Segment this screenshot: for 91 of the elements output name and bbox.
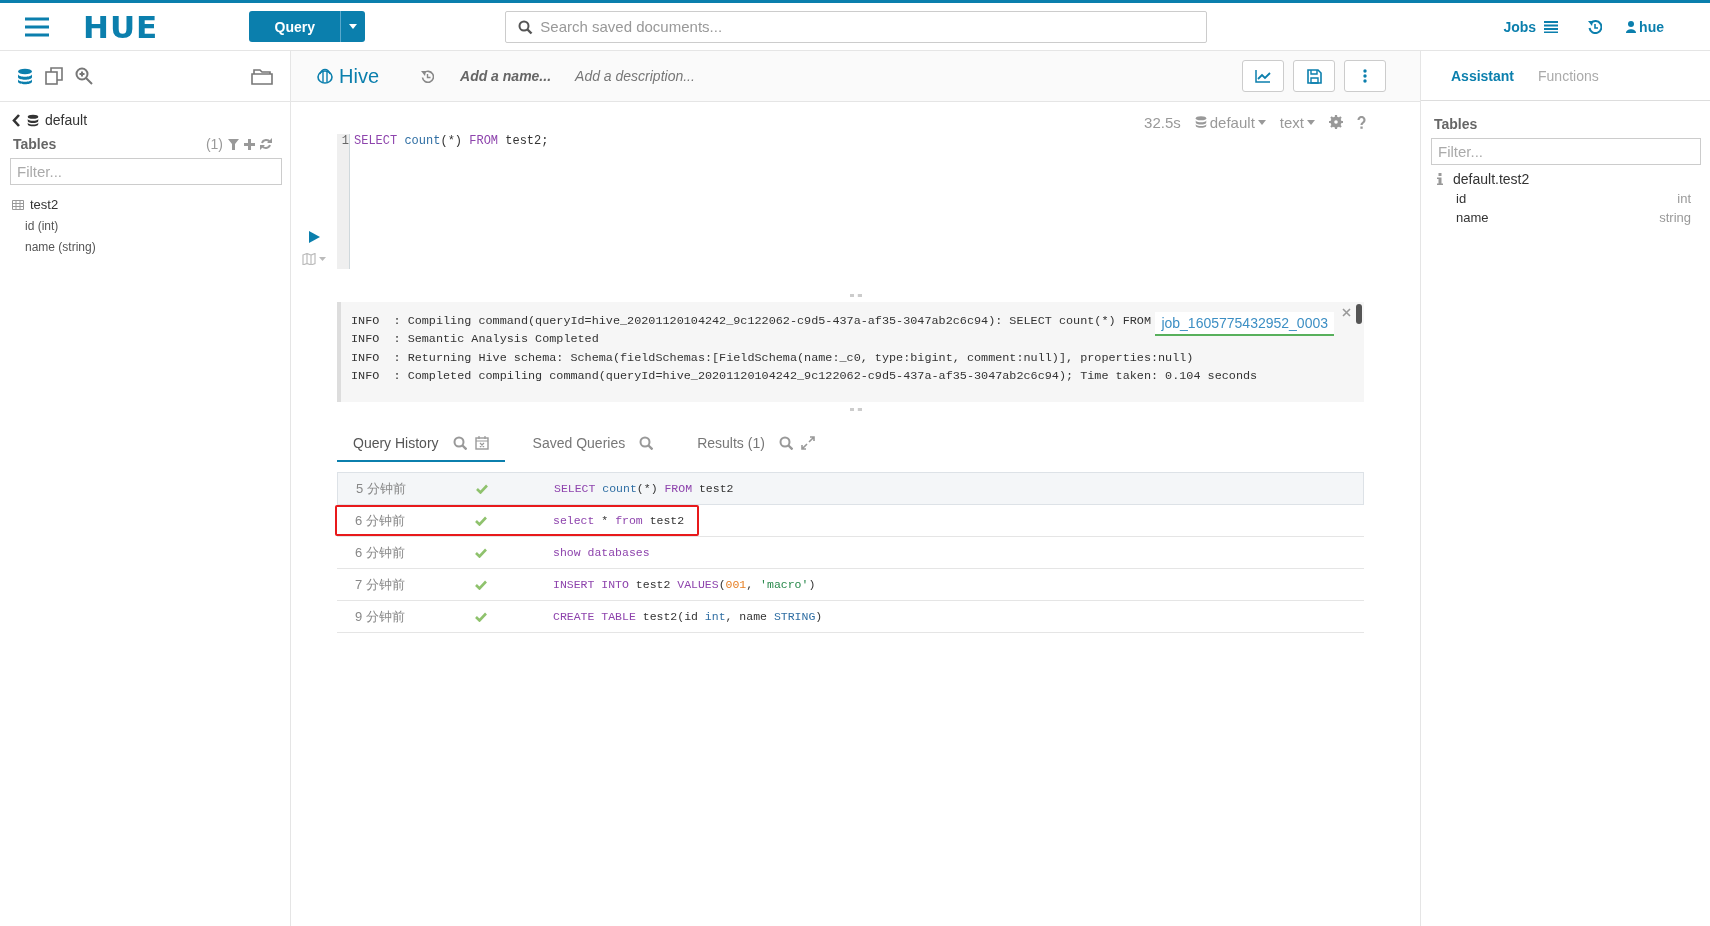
description-field[interactable]: Add a description... [575, 68, 695, 84]
chart-button[interactable] [1242, 60, 1284, 92]
caret-icon [349, 24, 358, 29]
expand-icon[interactable] [800, 436, 815, 450]
history-icon[interactable] [421, 69, 434, 83]
documents-icon[interactable] [45, 67, 63, 85]
history-row[interactable]: 7 分钟前 INSERT INTO test2 VALUES(001, 'macro') [337, 569, 1364, 601]
time-ago: 5 分钟前 [356, 479, 407, 498]
zoom-icon[interactable] [75, 67, 93, 85]
query-text: INSERT INTO test2 VALUES(001, 'macro') [553, 578, 816, 591]
elapsed-time: 32.5s [1144, 113, 1181, 131]
chart-icon [1255, 69, 1271, 83]
table-name[interactable]: test2 [30, 197, 59, 212]
refresh-icon[interactable] [260, 138, 272, 150]
search-field[interactable]: Search saved documents... [505, 10, 1208, 43]
search-icon [518, 19, 534, 35]
dropdown-button[interactable] [340, 11, 366, 42]
column-type: int [1677, 191, 1691, 206]
column-type: string [1659, 210, 1691, 225]
user-menu[interactable]: hue [1626, 18, 1664, 35]
database-icon [1194, 115, 1207, 129]
map-caret-icon[interactable] [302, 253, 326, 265]
time-ago: 9 分钟前 [355, 607, 406, 626]
format-selector[interactable]: text [1279, 113, 1315, 131]
table-count: (1) [205, 136, 223, 152]
database-icon [27, 113, 39, 127]
more-icon [1363, 69, 1367, 83]
more-button[interactable] [1344, 60, 1386, 92]
history-row[interactable]: 6 分钟前 select * from test2 [337, 505, 1364, 537]
history-row[interactable]: 9 分钟前 CREATE TABLE test2(id int, name STRING) [337, 601, 1364, 633]
filter-field[interactable]: Filter... [1431, 138, 1701, 165]
folder-icon[interactable] [251, 67, 273, 85]
section-title: Tables [1434, 116, 1479, 132]
search-icon[interactable] [452, 436, 467, 450]
help-icon[interactable] [1357, 115, 1366, 129]
tab[interactable]: Results (1) [681, 426, 831, 462]
add-icon[interactable] [244, 138, 255, 150]
history-row[interactable]: 6 分钟前 show databases [337, 537, 1364, 569]
time-ago: 6 分钟前 [355, 511, 406, 530]
database-icon[interactable] [17, 67, 33, 85]
query-button[interactable]: Query [249, 11, 341, 42]
history-row[interactable]: 5 分钟前 SELECT count(*) FROM test2 [337, 472, 1364, 505]
query-text: CREATE TABLE test2(id int, name STRING) [553, 610, 823, 623]
settings-icon[interactable] [1329, 115, 1343, 129]
name-field[interactable]: Add a name... [460, 68, 552, 84]
tab[interactable]: Assistant [1451, 67, 1515, 84]
caret-icon [1257, 119, 1266, 125]
column-name[interactable]: id (int) [25, 219, 290, 233]
run-icon[interactable] [308, 231, 320, 243]
column-name[interactable]: name [1456, 210, 1489, 225]
query-text: select * from test2 [553, 514, 685, 527]
logo[interactable]: HUE [83, 8, 159, 45]
line-number: 1 [340, 134, 349, 148]
log-line: INFO : Completed compiling command(queryId=hive_20201120104242_9c122062-c9d5-437a-af35-3047ab2c6c94); Time taken: 0.104 seconds [351, 368, 1258, 386]
info-icon[interactable] [1437, 173, 1443, 185]
editor-type[interactable]: Hive [315, 64, 379, 88]
code-line: SELECT count(*) FROM test2; [354, 134, 549, 148]
column-name[interactable]: id [1456, 191, 1467, 206]
log-line: INFO : Returning Hive schema: Schema(fieldSchemas:[FieldSchema(name:_c0, type:bigint, comment:null)], properties:null) [351, 349, 1194, 367]
database-name[interactable]: default [45, 112, 88, 128]
section-title: Tables [13, 136, 58, 152]
list-icon [1544, 20, 1559, 33]
filter-field[interactable]: Filter... [10, 158, 282, 185]
back-icon[interactable] [12, 113, 21, 127]
history-icon[interactable] [1588, 19, 1603, 34]
calendar-icon[interactable] [474, 436, 489, 450]
table-icon [12, 199, 24, 210]
save-icon [1306, 68, 1322, 84]
query-text: SELECT count(*) FROM test2 [554, 482, 734, 495]
menu-icon[interactable] [25, 16, 49, 37]
search-icon[interactable] [778, 436, 793, 450]
jobs-link[interactable]: Jobs [1503, 18, 1559, 35]
caret-icon [1307, 119, 1315, 125]
user-icon [1626, 20, 1637, 33]
save-button[interactable] [1293, 60, 1335, 92]
log-line: INFO : Compiling command(queryId=hive_20201120104242_9c122062-c9d5-437a-af35-3047ab2c6c94): SELECT count(*) FROM [351, 313, 1151, 330]
search-icon[interactable] [639, 436, 654, 450]
time-ago: 6 分钟前 [355, 543, 406, 562]
tab[interactable]: Query History [337, 426, 505, 462]
query-text: show databases [553, 546, 650, 559]
database-selector[interactable]: default [1194, 113, 1266, 131]
scrollbar[interactable] [1356, 304, 1362, 324]
table-name[interactable]: default.test2 [1453, 171, 1530, 187]
job-link[interactable]: job_1605775432952_0003 [1155, 312, 1334, 336]
tab[interactable]: Saved Queries [516, 426, 670, 462]
column-name[interactable]: name (string) [25, 240, 290, 254]
bee-icon [315, 66, 335, 86]
filter-icon[interactable] [228, 138, 239, 150]
close-icon[interactable] [1342, 308, 1351, 317]
time-ago: 7 分钟前 [355, 575, 406, 594]
log-line: INFO : Semantic Analysis Completed [351, 331, 599, 349]
